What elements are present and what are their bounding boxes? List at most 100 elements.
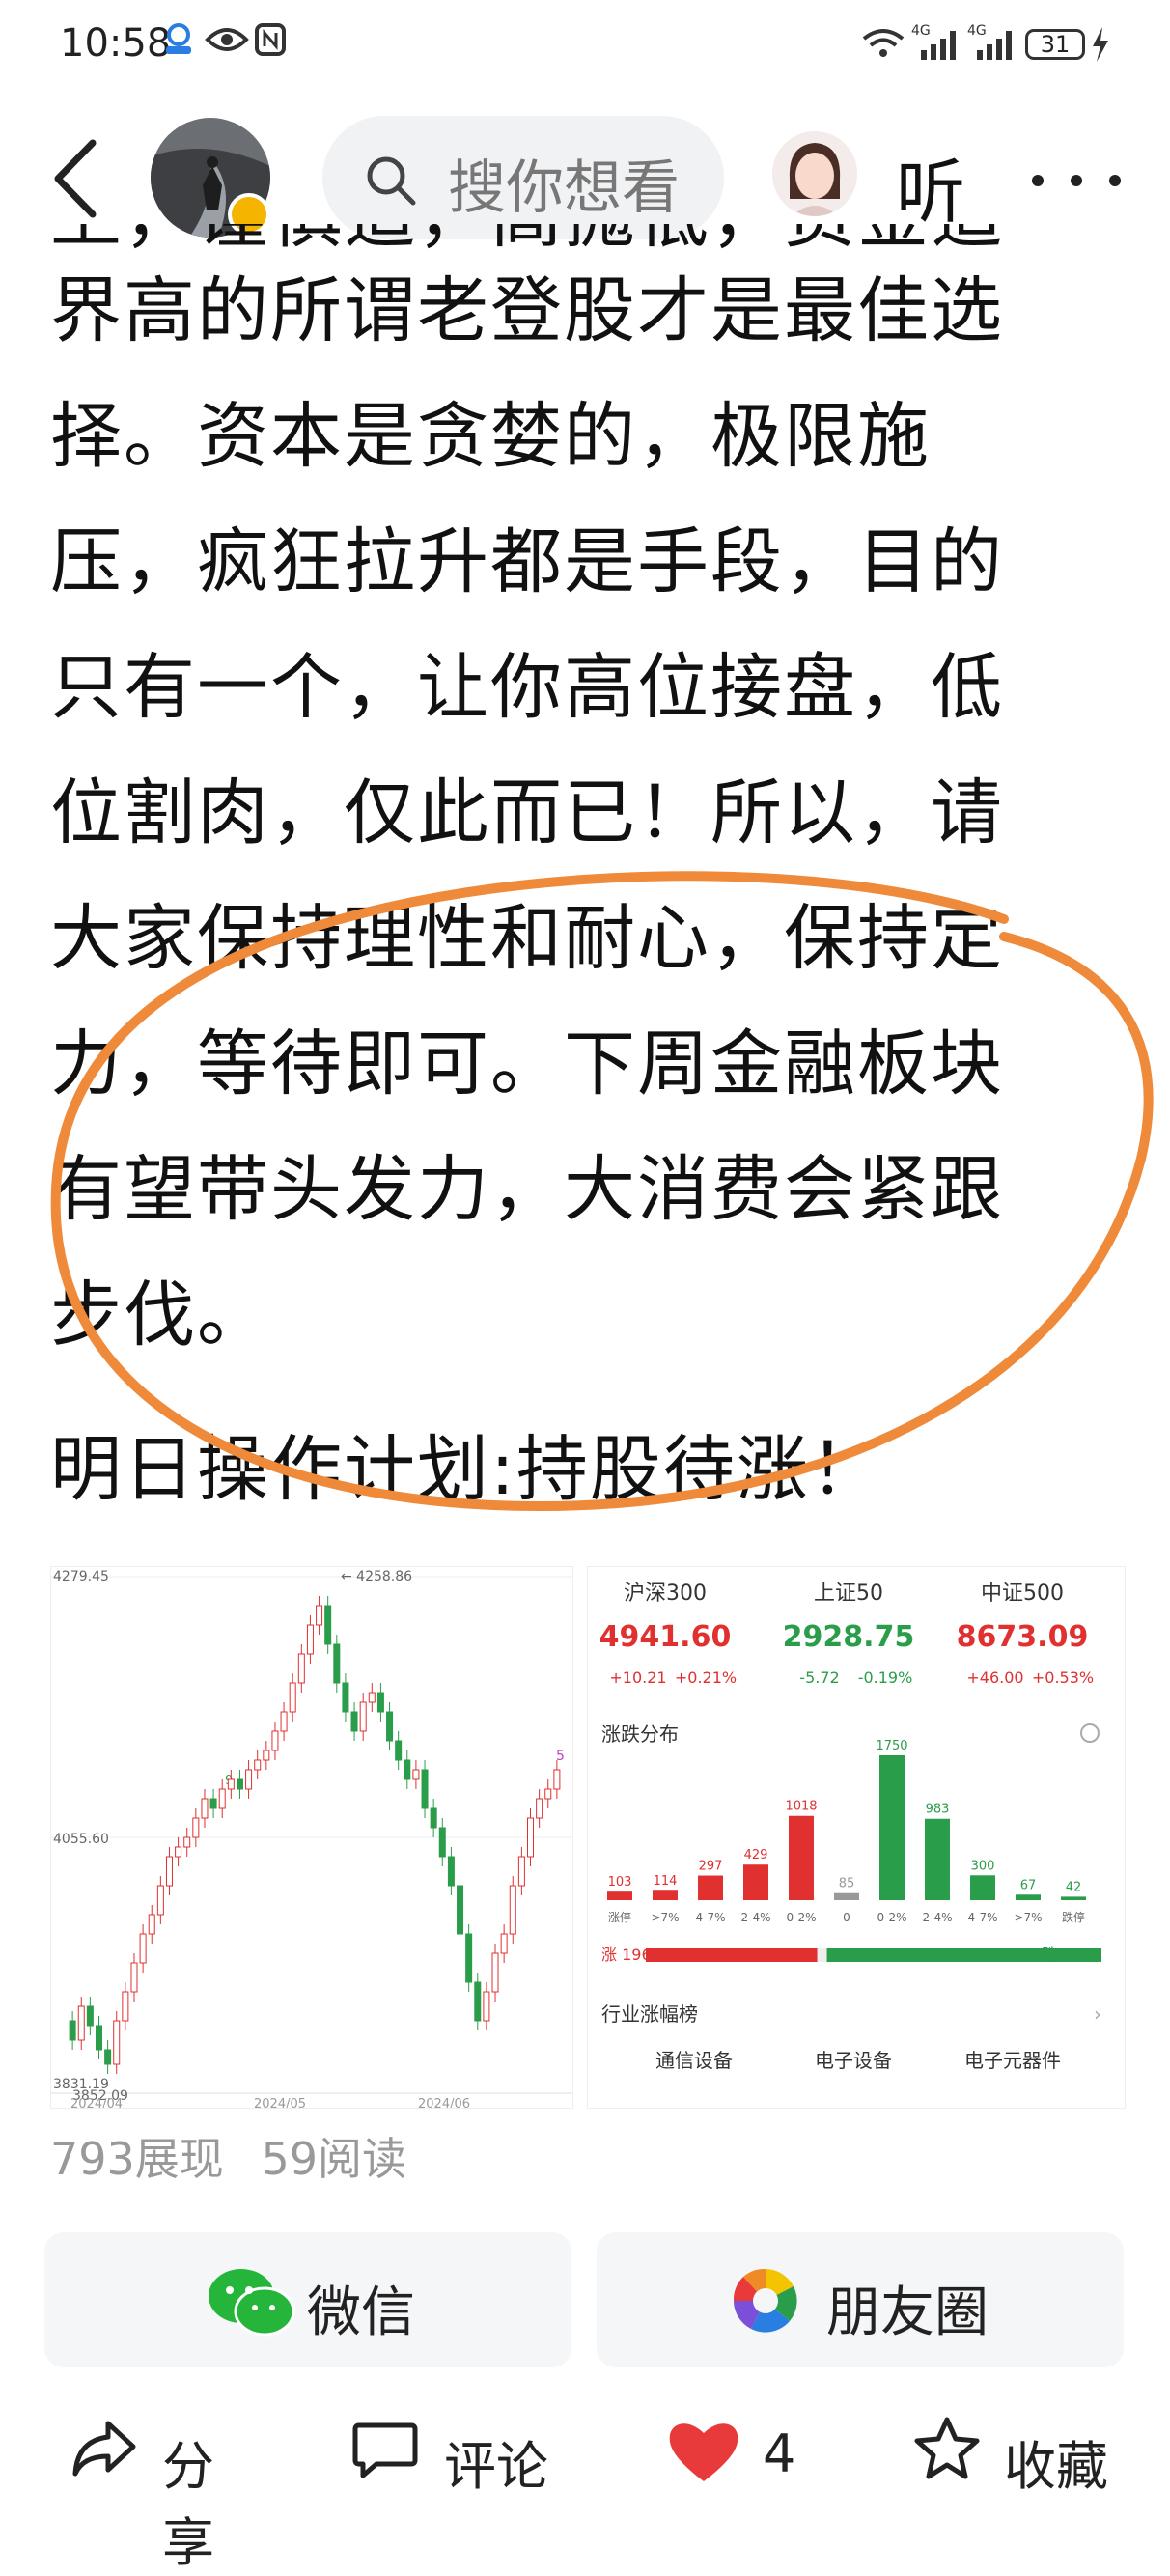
candle	[386, 1711, 394, 1742]
candle	[254, 1759, 262, 1771]
article-partial-line: 上，谨慎追，高抛低，资金追	[50, 224, 1131, 259]
heart-icon	[669, 2423, 738, 2481]
listen-button[interactable]: 听	[896, 135, 965, 237]
distribution-value: 85	[839, 1877, 855, 1891]
search-placeholder: 搜你想看	[448, 154, 680, 222]
distribution-value: 1018	[785, 1800, 817, 1814]
candle	[113, 2020, 121, 2065]
candle	[491, 1952, 499, 1993]
distribution-category: 涨停	[608, 1910, 631, 1924]
kline-chart: 4279.45 ← 4258.86 4055.60 3831.19 3852.0…	[51, 1569, 572, 2112]
candle	[527, 1817, 535, 1858]
candle	[465, 1933, 473, 1983]
candle	[69, 2020, 76, 2041]
like-count: 4	[763, 2423, 796, 2484]
moments-icon	[733, 2268, 797, 2333]
candle	[130, 1962, 138, 1993]
index-pct: +0.53%	[1032, 1668, 1094, 1687]
index-pct: +0.21%	[675, 1668, 737, 1687]
candle	[201, 1798, 209, 1819]
candle	[438, 1827, 446, 1858]
article-line: 位割肉，仅此而已！所以，请	[50, 771, 1004, 854]
market-overview-image[interactable]: 沪深300 上证50 中证500 4941.60 2928.75 8673.09…	[587, 1566, 1126, 2109]
moments-label: 朋友圈	[826, 2282, 989, 2344]
share-icon	[72, 2421, 136, 2477]
candle	[483, 1991, 490, 2022]
distribution-category: >7%	[1014, 1911, 1042, 1924]
distribution-bar	[698, 1875, 723, 1900]
candle	[421, 1769, 429, 1809]
kline-chart-image[interactable]: 4279.45 ← 4258.86 4055.60 3831.19 3852.0…	[50, 1566, 573, 2112]
article-line: 压，疯狂拉升都是手段，目的	[50, 520, 1004, 603]
wifi-icon	[862, 29, 905, 57]
article-line: 界高的所谓老登股才是最佳选	[50, 269, 1004, 352]
distribution-bar	[879, 1755, 905, 1900]
distribution-bar	[925, 1818, 950, 1900]
distribution-value: 114	[654, 1874, 678, 1889]
signal-icon-2: 4G	[967, 23, 1012, 60]
sector-item: 通信设备	[655, 2049, 733, 2072]
back-arrow-icon[interactable]	[46, 135, 114, 222]
candle	[86, 2005, 94, 2027]
candle	[359, 1701, 367, 1732]
wechat-icon	[209, 2269, 295, 2337]
distribution-title: 涨跌分布	[601, 1722, 679, 1746]
search-box[interactable]: 搜你想看	[322, 116, 724, 239]
eye-icon	[205, 28, 249, 51]
candle	[350, 1711, 358, 1732]
kline-peak-label: ← 4258.86	[341, 1569, 412, 1584]
candle	[297, 1653, 305, 1684]
distribution-bar	[834, 1892, 859, 1900]
comment-button[interactable]: 评论	[351, 2414, 564, 2497]
candle	[306, 1624, 314, 1655]
share-moments-button[interactable]: 朋友圈	[597, 2232, 1124, 2367]
candle	[227, 1778, 235, 1790]
candle	[289, 1682, 296, 1713]
favorite-button[interactable]: 收藏	[913, 2414, 1126, 2497]
distribution-value: 297	[699, 1860, 723, 1874]
charging-icon	[1093, 27, 1108, 62]
distribution-value: 67	[1020, 1878, 1037, 1892]
candle	[404, 1759, 411, 1780]
distribution-bar	[970, 1875, 995, 1900]
share-label: 分享	[162, 2436, 214, 2573]
more-icon[interactable]	[1023, 166, 1129, 195]
share-wechat-button[interactable]: 微信	[44, 2232, 571, 2367]
distribution-category: 4-7%	[695, 1911, 725, 1924]
status-bar: 10:58 4G 4G 31	[0, 0, 1170, 97]
distribution-value: 42	[1066, 1880, 1082, 1894]
candle	[280, 1711, 288, 1732]
favorite-label: 收藏	[1004, 2436, 1108, 2497]
candle	[218, 1788, 226, 1809]
distribution-value: 300	[971, 1859, 995, 1873]
candle	[209, 1798, 217, 1809]
candle	[430, 1807, 437, 1829]
chevron-right-icon: ›	[1094, 2002, 1101, 2026]
distribution-bar	[653, 1890, 678, 1900]
distribution-category: >7%	[651, 1911, 679, 1924]
signal-icon-1: 4G	[911, 23, 956, 60]
index-change: +10.21	[609, 1668, 666, 1687]
distribution-category: 4-7%	[967, 1911, 997, 1924]
reads-count: 59阅读	[261, 2133, 406, 2185]
status-time: 10:58	[60, 21, 172, 66]
distribution-category: 2-4%	[922, 1911, 952, 1924]
candle	[122, 1991, 129, 2022]
distribution-bar	[743, 1864, 768, 1900]
svg-text:4G: 4G	[967, 23, 987, 39]
distribution-category: 0	[843, 1911, 850, 1924]
candle	[236, 1778, 243, 1790]
like-button[interactable]: 4	[666, 2414, 821, 2491]
share-button[interactable]: 分享	[70, 2414, 263, 2573]
search-icon	[367, 156, 416, 206]
sector-title: 行业涨幅榜	[601, 2002, 698, 2026]
candle	[544, 1788, 552, 1800]
listen-avatar[interactable]	[772, 131, 857, 216]
kline-x-label: 2024/05	[254, 2097, 306, 2108]
candle	[175, 1846, 182, 1858]
candle	[474, 1981, 482, 2022]
kline-x-label: 2024/06	[418, 2097, 470, 2108]
refresh-icon	[1080, 1723, 1100, 1743]
distribution-category: 2-4%	[740, 1911, 770, 1924]
candle	[395, 1740, 403, 1761]
